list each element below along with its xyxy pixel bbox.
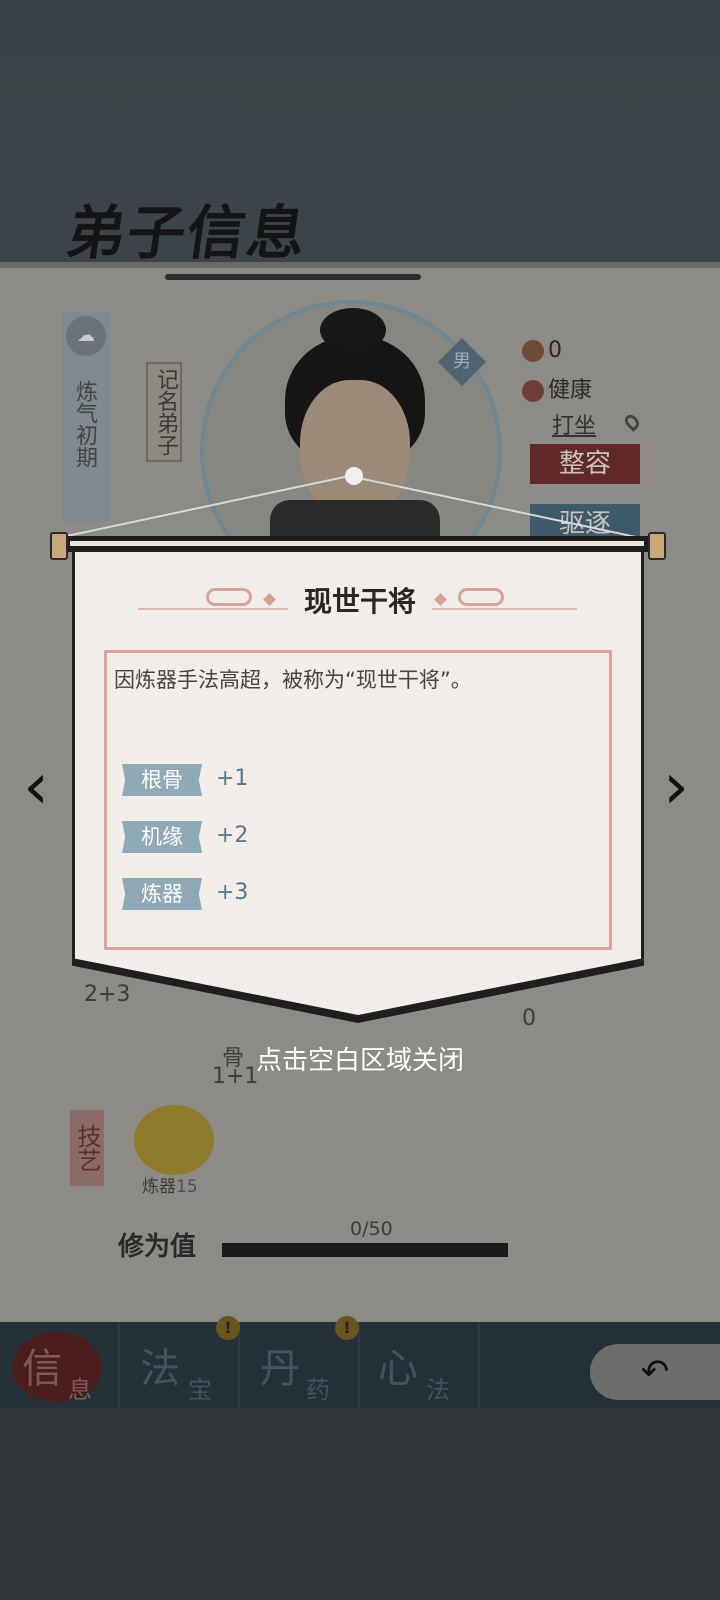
back-arrow-icon: ↶	[640, 1352, 670, 1392]
tab-treasure-main: 法	[140, 1346, 180, 1392]
avatar-bun	[320, 308, 386, 352]
title-underline	[165, 274, 421, 280]
page-title: 弟子信息	[62, 199, 313, 267]
tab-techniques-sub: 法	[426, 1376, 450, 1404]
realm-text: 炼气初期	[72, 380, 97, 468]
skill-item: 炼器15	[142, 1172, 198, 1197]
cultivation-progress-bar	[222, 1243, 508, 1257]
health-stat: 健康	[522, 372, 592, 404]
avatar	[300, 380, 410, 520]
close-hint: 点击空白区域关闭	[255, 1046, 464, 1076]
skills-section-label: 技艺	[70, 1110, 104, 1186]
cloud-icon: ☁	[66, 316, 106, 356]
stat-left-value: 2+3	[84, 982, 131, 1007]
health-value: 健康	[548, 378, 593, 403]
trait-description: 因炼器手法高超，被称为“现世干将”。	[114, 668, 472, 692]
attribute-tag: 炼器	[122, 878, 202, 910]
tab-pills-main: 丹	[260, 1346, 300, 1392]
modal-title: 现世干将	[303, 585, 416, 618]
mood-stat: 0	[522, 338, 562, 363]
health-icon	[522, 380, 544, 402]
tab-pills-sub: 药	[306, 1376, 330, 1404]
alert-icon: !	[216, 1316, 240, 1340]
mushroom-icon	[522, 340, 544, 362]
activity-link[interactable]: 打坐	[552, 408, 596, 440]
back-button[interactable]: ↶	[590, 1344, 720, 1400]
stat-right-value: 0	[522, 1006, 536, 1031]
tab-techniques-main: 心	[378, 1346, 418, 1392]
makeover-button[interactable]: 整容	[530, 444, 640, 484]
alert-icon: !	[335, 1316, 359, 1340]
attribute-value: +2	[216, 823, 249, 848]
scroll-hanger-knot	[345, 467, 363, 485]
gender-text: 男	[453, 351, 471, 372]
attribute-value: +3	[216, 880, 249, 905]
rank-title: 记名弟子	[146, 362, 182, 462]
skill-name: 炼器	[142, 1177, 176, 1197]
avatar-body	[270, 500, 440, 540]
rod-cap-left	[50, 532, 68, 560]
tab-treasure-sub: 宝	[188, 1376, 212, 1404]
rod-cap-right	[648, 532, 666, 560]
chevron-left-icon[interactable]: ‹	[16, 752, 56, 822]
attribute-value: +1	[216, 766, 249, 791]
cultivation-value: 0/50	[350, 1218, 393, 1240]
mood-value: 0	[548, 338, 562, 363]
tab-info-sub: 息	[68, 1376, 92, 1404]
rod-highlight	[70, 541, 644, 546]
cultivation-label: 修为值	[118, 1232, 197, 1262]
attribute-tag: 机缘	[122, 821, 202, 853]
tab-info-main: 信	[22, 1346, 62, 1392]
chevron-right-icon[interactable]: ›	[656, 752, 696, 822]
attribute-tag: 根骨	[122, 764, 202, 796]
forge-icon[interactable]	[134, 1105, 214, 1175]
skill-level: 15	[176, 1177, 198, 1197]
